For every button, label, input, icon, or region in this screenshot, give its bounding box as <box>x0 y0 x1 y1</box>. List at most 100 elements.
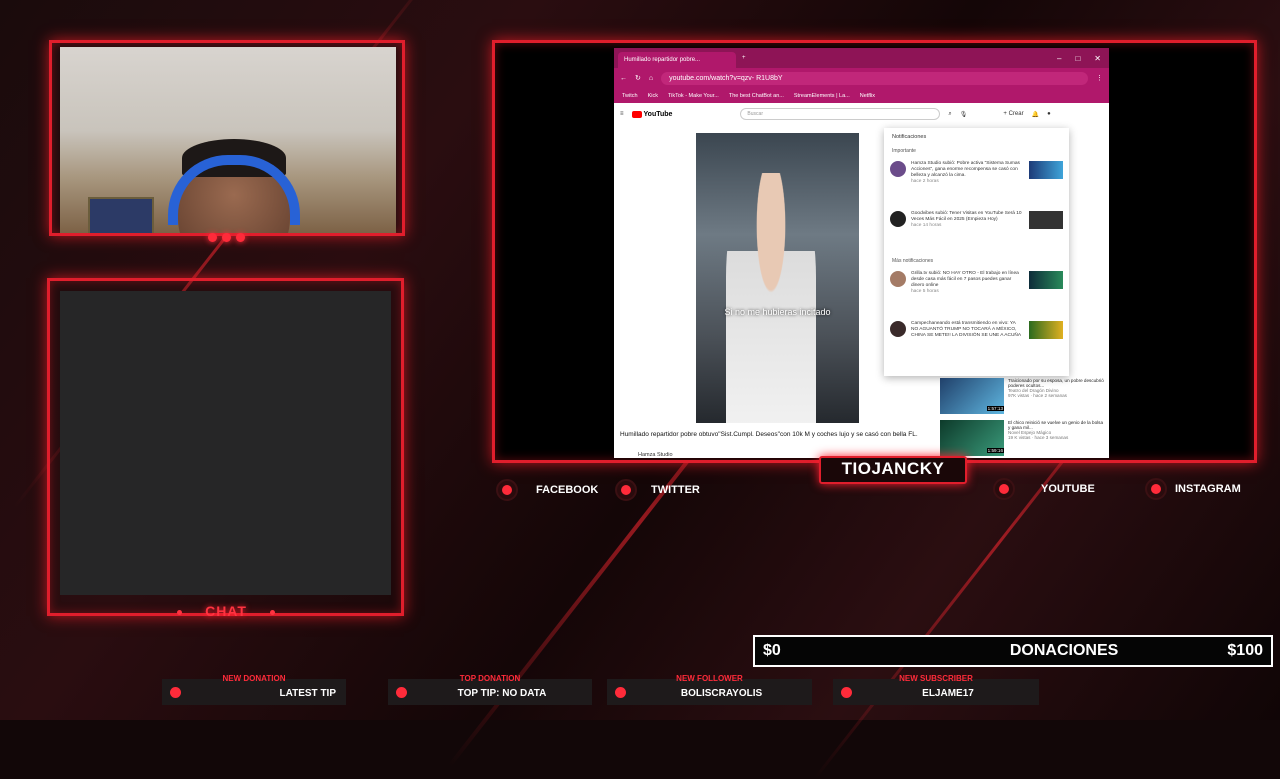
new-tab-icon[interactable]: + <box>742 55 746 61</box>
star-icon <box>835 681 857 703</box>
social-label: FACEBOOK <box>536 484 599 496</box>
notification-item[interactable]: Hamza Studio subió: Pobre activa "Sistem… <box>884 156 1069 206</box>
alert-label: NEW DONATION <box>222 674 286 683</box>
video-thumbnail: 1:59:16 <box>940 420 1004 456</box>
alert-value: BOLISCRAYOLIS <box>680 687 763 699</box>
donation-icon <box>164 681 186 703</box>
hamburger-icon[interactable]: ≡ <box>620 111 624 117</box>
bookmarks-bar: Twitch Kick TikTok - Make Your... The be… <box>614 88 1109 103</box>
tab-title: Humillado repartidor pobre... <box>624 57 701 63</box>
notification-time: hace 14 horas <box>911 223 942 228</box>
bookmark-item[interactable]: Twitch <box>622 93 638 99</box>
notification-text: Hamza Studio subió: Pobre activa "Sistem… <box>911 161 1020 178</box>
url-field[interactable]: youtube.com/watch?v=qzv- R1U8bY <box>661 71 1088 85</box>
channel-name[interactable]: Hamza Studio <box>638 452 673 458</box>
notifications-panel: Notificaciones Importante Hamza Studio s… <box>884 128 1069 376</box>
goal-label: DONACIONES <box>1009 642 1119 659</box>
browser-window: Humillado repartidor pobre... + – □ ✕ ← ↻ … <box>614 48 1109 458</box>
video-duration: 1:57:13 <box>986 406 1004 411</box>
video-title: Traicionado por su esposa, un pobre desc… <box>1008 378 1104 388</box>
alert-value: ELJAME17 <box>922 687 974 699</box>
notifications-title: Notificaciones <box>892 134 927 140</box>
alert-top-donation: TOP DONATION TOP TIP: NO DATA <box>388 674 592 705</box>
social-instagram[interactable]: INSTAGRAM <box>1145 478 1241 500</box>
twitter-icon <box>615 479 637 501</box>
notification-thumbnail <box>1029 271 1063 289</box>
bookmark-item[interactable]: TikTok - Make Your... <box>668 93 719 99</box>
search-icon[interactable]: ⌕ <box>948 111 951 118</box>
notification-thumbnail <box>1029 161 1063 179</box>
wall-poster <box>88 197 154 233</box>
bookmark-item[interactable]: StreamElements | La... <box>794 93 850 99</box>
alert-value: LATEST TIP <box>279 687 336 699</box>
browser-tab[interactable]: Humillado repartidor pobre... <box>618 52 736 68</box>
reload-icon[interactable]: ↻ <box>635 74 641 82</box>
menu-dots-icon[interactable]: ⋮ <box>1096 74 1103 82</box>
webcam-indicator <box>203 233 249 243</box>
avatar[interactable]: ● <box>1047 111 1051 117</box>
youtube-header: ≡ YouTube Buscar ⌕ 🎙 + Crear 🔔 ● <box>614 103 1109 125</box>
youtube-logo[interactable]: YouTube <box>631 110 672 118</box>
create-button[interactable]: + Crear <box>1003 111 1023 117</box>
notification-time: hace 5 horas <box>911 289 939 294</box>
video-player[interactable]: Si no me hubieras incitado <box>696 133 859 423</box>
youtube-icon <box>993 478 1015 500</box>
tab-bar: Humillado repartidor pobre... + – □ ✕ <box>614 48 1109 68</box>
social-facebook[interactable]: FACEBOOK <box>496 479 598 501</box>
minimize-icon[interactable]: – <box>1057 54 1061 63</box>
close-icon[interactable]: ✕ <box>1094 54 1101 63</box>
address-bar: ← ↻ ⌂ youtube.com/watch?v=qzv- R1U8bY ⋮ <box>614 68 1109 88</box>
video-thumbnail: 1:57:13 <box>940 378 1004 414</box>
notification-time: hace 2 horas <box>911 179 939 184</box>
video-title: El chico reinició se vuelve un genio de … <box>1008 420 1103 430</box>
streamer-handle: TIOJANCKY <box>819 456 967 484</box>
notification-text: Goodvibes subió: Tener Visitas en YouTub… <box>911 211 1022 222</box>
alert-new-donation: NEW DONATION LATEST TIP <box>162 674 346 705</box>
social-label: INSTAGRAM <box>1175 483 1241 495</box>
chat-label: CHAT <box>177 603 275 621</box>
alert-value: TOP TIP: NO DATA <box>457 687 547 699</box>
notifications-section: Importante <box>892 148 916 154</box>
webcam-feed <box>60 47 396 233</box>
avatar <box>890 271 906 287</box>
instagram-icon <box>1145 478 1167 500</box>
bookmark-item[interactable]: Netflix <box>860 93 875 99</box>
create-label: Crear <box>1008 111 1024 117</box>
social-youtube[interactable]: YOUTUBE <box>993 478 1095 500</box>
avatar <box>890 211 906 227</box>
recommendations-list: 1:57:13 Traicionado por su esposa, un pob… <box>940 378 1105 458</box>
video-meta: 97K vistas · hace 2 semanas <box>1008 393 1067 398</box>
mic-icon[interactable]: 🎙 <box>960 111 968 118</box>
alert-new-follower: NEW FOLLOWER BOLISCRAYOLIS <box>607 674 812 705</box>
webcam-frame <box>49 40 405 236</box>
chat-area[interactable] <box>60 291 391 595</box>
social-twitter[interactable]: TWITTER <box>615 479 700 501</box>
goal-current: $0 <box>763 642 781 659</box>
search-input[interactable]: Buscar <box>740 108 941 120</box>
notification-item[interactable]: Grilla.tv subió: NO HAY OTRO - El trabaj… <box>884 266 1069 316</box>
home-icon[interactable]: ⌂ <box>649 75 653 82</box>
bookmark-item[interactable]: Kick <box>648 93 658 99</box>
donation-goal-bar: $0 DONACIONES $100 <box>753 635 1273 667</box>
social-label: YOUTUBE <box>1041 483 1095 495</box>
bookmark-item[interactable]: The best ChatBot an... <box>729 93 784 99</box>
notification-item[interactable]: Goodvibes subió: Tener Visitas en YouTub… <box>884 206 1069 256</box>
notification-item[interactable]: Campechaneando está transmitiendo en viv… <box>884 316 1069 366</box>
alert-label: NEW SUBSCRIBER <box>899 674 973 683</box>
notification-text: Grilla.tv subió: NO HAY OTRO - El trabaj… <box>911 271 1019 288</box>
video-meta: 19 K vistas · hace 3 semanas <box>1008 435 1069 440</box>
avatar <box>890 161 906 177</box>
notification-thumbnail <box>1029 321 1063 339</box>
list-item[interactable]: 1:57:13 Traicionado por su esposa, un pob… <box>940 378 1105 416</box>
bell-icon[interactable]: 🔔 <box>1032 111 1039 118</box>
alert-new-subscriber: NEW SUBSCRIBER ELJAME17 <box>833 674 1039 705</box>
alert-label: NEW FOLLOWER <box>676 674 743 683</box>
alert-label: TOP DONATION <box>459 674 521 683</box>
video-subtitle: Si no me hubieras incitado <box>724 307 831 317</box>
trophy-icon <box>390 681 412 703</box>
back-icon[interactable]: ← <box>620 75 627 82</box>
notification-thumbnail <box>1029 211 1063 229</box>
chat-frame <box>47 278 404 616</box>
list-item[interactable]: 1:59:16 El chico reinició se vuelve un ge… <box>940 420 1105 458</box>
maximize-icon[interactable]: □ <box>1075 54 1080 63</box>
